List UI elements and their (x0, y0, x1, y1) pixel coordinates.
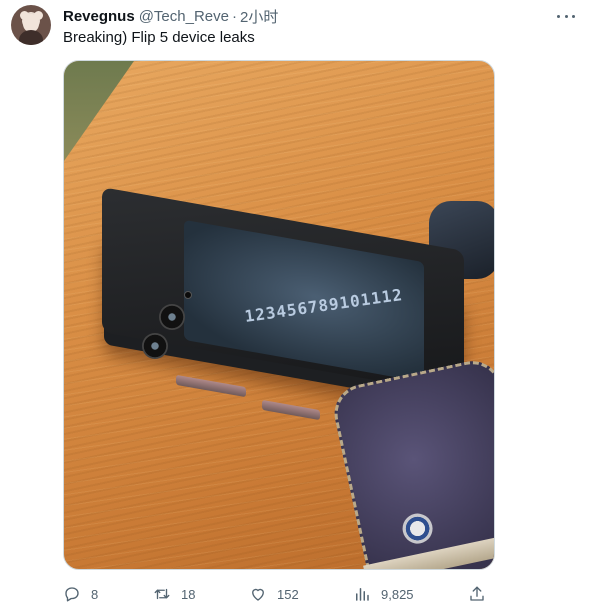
tweet-text: Breaking) Flip 5 device leaks (63, 29, 255, 46)
photo-key-fob-badge (399, 510, 436, 547)
photo-camera-flash (184, 291, 192, 299)
like-button[interactable]: 152 (249, 582, 299, 606)
share-icon (470, 586, 484, 601)
more-horizontal-icon (557, 14, 560, 18)
avatar[interactable] (11, 5, 51, 45)
retweet-button[interactable]: 18 (153, 582, 195, 606)
retweet-icon (154, 588, 170, 600)
photo-phone-button (176, 374, 246, 398)
reply-icon (65, 587, 79, 602)
heart-icon (252, 588, 264, 601)
like-count: 152 (277, 586, 299, 602)
photo-background-wall (64, 61, 134, 161)
views-button[interactable]: 9,825 (353, 582, 414, 606)
tweet-media-photo[interactable]: 123456789101112 (63, 60, 495, 570)
photo-car-key-fob (329, 355, 494, 569)
author-name[interactable]: Revegnus (63, 8, 135, 25)
more-options-button[interactable] (555, 8, 577, 24)
photo-phone-button (262, 399, 320, 421)
tweet-actions-bar: 8 18 152 9,825 (63, 582, 495, 606)
views-chart-icon (356, 588, 369, 601)
retweet-count: 18 (181, 586, 196, 602)
share-button[interactable] (468, 582, 486, 606)
header-separator: · (231, 7, 237, 25)
reply-count: 8 (91, 586, 99, 602)
more-horizontal-icon (572, 14, 575, 18)
avatar-body (19, 30, 43, 45)
tweet[interactable]: Revegnus @Tech_Reve · 2小时 Breaking) Flip… (0, 0, 592, 613)
more-horizontal-icon (564, 14, 568, 18)
author-handle[interactable]: @Tech_Reve (139, 8, 229, 25)
reply-button[interactable]: 8 (63, 582, 98, 606)
views-count: 9,825 (381, 586, 414, 602)
tweet-header: Revegnus @Tech_Reve · 2小时 (63, 6, 278, 27)
photo-camera-lens (159, 304, 185, 330)
tweet-timestamp[interactable]: 2小时 (240, 6, 278, 27)
photo-camera-lens (142, 333, 168, 359)
